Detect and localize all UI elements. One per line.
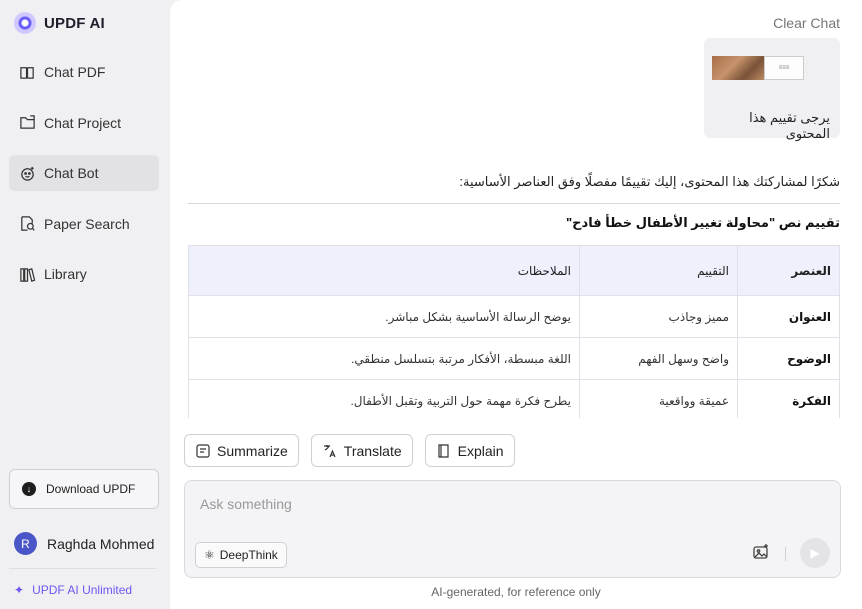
app-name: UPDF AI xyxy=(44,14,105,32)
table-row: الوضوح واضح وسهل الفهم اللغة مبسطة، الأف… xyxy=(188,337,840,380)
table-header: العنصر xyxy=(737,245,840,296)
summarize-button[interactable]: Summarize xyxy=(184,434,299,467)
sidebar-item-label: Paper Search xyxy=(44,215,130,232)
chat-messages[interactable]: ≡≡≡ يرجى تقييم هذا المحتوى شكرًا لمشاركت… xyxy=(188,38,840,418)
divider xyxy=(9,568,156,569)
explain-button[interactable]: Explain xyxy=(424,434,515,467)
summarize-icon xyxy=(196,443,210,458)
sidebar-item-paper-search[interactable]: Paper Search xyxy=(9,206,159,242)
translate-button[interactable]: Translate xyxy=(310,434,413,467)
atom-icon: ⚛ xyxy=(204,548,215,562)
table-header: الملاحظات xyxy=(188,245,580,296)
user-message-text: يرجى تقييم هذا المحتوى xyxy=(749,110,830,141)
updf-logo-icon xyxy=(14,12,36,34)
evaluation-table: العنصر التقييم الملاحظات العنوان مميز وج… xyxy=(188,245,840,418)
table-row: الفكرة عميقة وواقعية يطرح فكرة مهمة حول … xyxy=(188,379,840,418)
divider xyxy=(785,547,786,561)
chat-panel: Clear Chat ≡≡≡ يرجى تقييم هذا المحتوى شك… xyxy=(170,0,862,609)
chat-input[interactable]: Ask something xyxy=(200,496,292,512)
book-chat-icon xyxy=(18,63,36,81)
translate-icon xyxy=(323,444,336,457)
send-icon: ▶ xyxy=(810,546,820,560)
image-text-thumbnail: ≡≡≡ xyxy=(764,56,804,80)
table-cell: اللغة مبسطة، الأفكار مرتبة بتسلسل منطقي. xyxy=(188,337,580,380)
clear-chat-button[interactable]: Clear Chat xyxy=(773,15,840,31)
search-doc-icon xyxy=(18,215,36,233)
table-cell: واضح وسهل الفهم xyxy=(579,337,738,380)
table-cell: الوضوح xyxy=(737,337,840,380)
reply-title: تقييم نص "محاولة تغيير الأطفال خطأ فادح" xyxy=(566,215,840,230)
table-cell: الفكرة xyxy=(737,379,840,418)
image-thumbnail xyxy=(712,56,764,80)
download-label: Download UPDF xyxy=(46,482,136,496)
library-icon xyxy=(18,265,36,283)
chat-input-box[interactable]: Ask something ⚛ DeepThink ▶ xyxy=(184,480,841,578)
table-header-row: العنصر التقييم الملاحظات xyxy=(188,245,840,296)
table-cell: العنوان xyxy=(737,295,840,338)
upgrade-link[interactable]: ✦ UPDF AI Unlimited xyxy=(14,583,132,597)
reply-intro: شكرًا لمشاركتك هذا المحتوى، إليك تقييمًا… xyxy=(459,174,840,189)
user-name: Raghda Mohmed xyxy=(47,535,155,552)
avatar: R xyxy=(14,532,37,555)
sidebar-item-label: Chat Project xyxy=(44,114,122,131)
table-row: العنوان مميز وجاذب يوضح الرسالة الأساسية… xyxy=(188,295,840,338)
deepthink-label: DeepThink xyxy=(219,548,278,562)
table-cell: مميز وجاذب xyxy=(579,295,738,338)
sidebar-item-chat-pdf[interactable]: Chat PDF xyxy=(9,54,159,90)
image-upload-icon[interactable] xyxy=(752,543,770,561)
table-cell: يطرح فكرة مهمة حول التربية وتقبل الأطفال… xyxy=(188,379,580,418)
send-button[interactable]: ▶ xyxy=(800,538,830,568)
explain-label: Explain xyxy=(457,442,504,459)
sidebar-item-label: Library xyxy=(44,266,87,283)
user-message: ≡≡≡ يرجى تقييم هذا المحتوى xyxy=(704,38,840,141)
sidebar-nav: Chat PDF Chat Project Chat Bot Paper Sea… xyxy=(9,54,159,307)
table-header: التقييم xyxy=(579,245,738,296)
download-updf-button[interactable]: ↓ Download UPDF xyxy=(9,469,159,509)
sidebar: UPDF AI Chat PDF Chat Project Chat Bot P… xyxy=(0,0,168,609)
attached-image[interactable]: ≡≡≡ xyxy=(712,56,804,80)
translate-label: Translate xyxy=(343,442,402,459)
book-icon xyxy=(438,443,449,458)
quick-actions: Summarize Translate Explain xyxy=(184,434,515,467)
table-cell: عميقة وواقعية xyxy=(579,379,738,418)
brand[interactable]: UPDF AI xyxy=(14,11,105,35)
unlimited-label: UPDF AI Unlimited xyxy=(32,583,133,597)
divider xyxy=(188,203,840,204)
sidebar-item-label: Chat PDF xyxy=(44,64,106,80)
sidebar-item-chat-bot[interactable]: Chat Bot xyxy=(9,155,159,192)
deepthink-toggle[interactable]: ⚛ DeepThink xyxy=(195,542,287,568)
user-profile[interactable]: R Raghda Mohmed xyxy=(14,532,154,555)
sidebar-item-library[interactable]: Library xyxy=(9,256,159,292)
sidebar-item-chat-project[interactable]: Chat Project xyxy=(9,105,159,141)
download-icon: ↓ xyxy=(22,482,36,496)
table-cell: يوضح الرسالة الأساسية بشكل مباشر. xyxy=(188,295,580,338)
disclaimer: AI-generated, for reference only xyxy=(431,585,601,599)
sidebar-item-label: Chat Bot xyxy=(44,165,99,182)
summarize-label: Summarize xyxy=(217,442,288,459)
bot-icon xyxy=(18,164,36,182)
folder-chat-icon xyxy=(18,114,36,132)
sparkle-icon: ✦ xyxy=(14,583,25,597)
